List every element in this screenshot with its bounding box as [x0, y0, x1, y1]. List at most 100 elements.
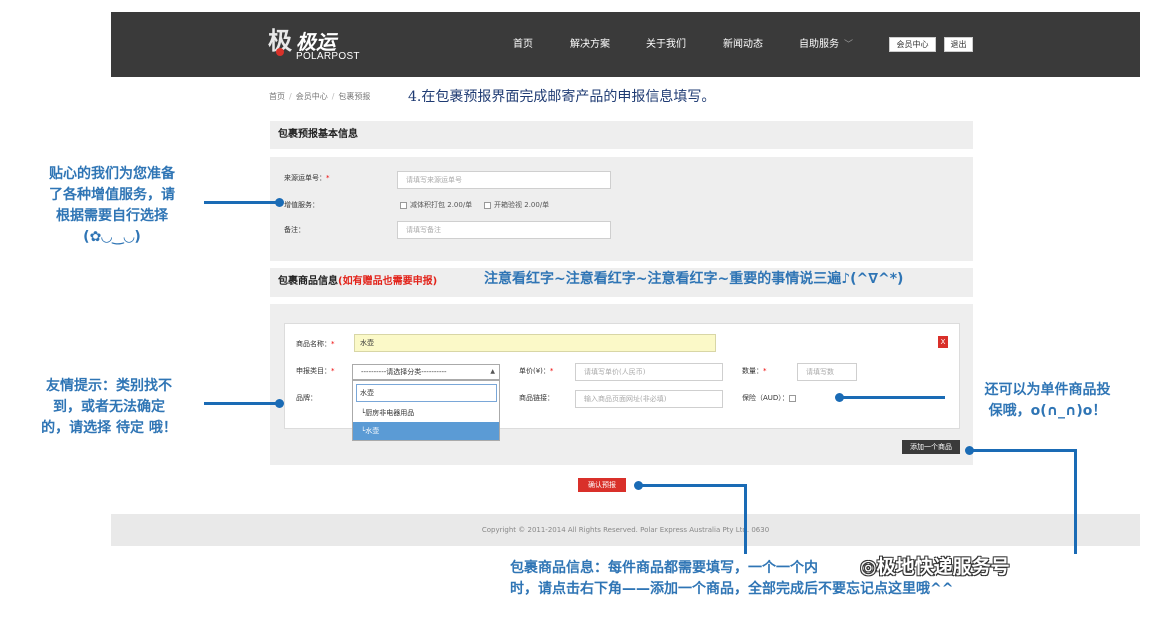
annotation-line: 的，请选择 待定 哦！	[41, 420, 177, 436]
required-mark: *	[549, 367, 554, 375]
logo-mark-icon: 极	[268, 24, 294, 58]
step-title: 4.在包裹预报界面完成邮寄产品的申报信息填写。	[408, 89, 716, 105]
logo-subtitle: POLARPOST	[296, 51, 360, 62]
price-input[interactable]: 请填写单价(人民币)	[575, 363, 723, 381]
price-label: 单价(¥)：*	[519, 366, 553, 376]
wechat-icon: ◎	[860, 556, 877, 578]
required-mark: *	[331, 340, 335, 348]
annotation-service-tip: 贴心的我们为您准备 了各种增值服务，请 根据需要自行选择 (✿◡‿◡)	[16, 164, 208, 248]
required-mark: *	[763, 367, 767, 375]
goods-info-title-text: 包裹商品信息	[278, 276, 338, 287]
service-inspect-price: 2.00/单	[524, 201, 550, 209]
category-option-group[interactable]: └厨房非电器用品	[353, 404, 499, 422]
required-mark: *	[331, 367, 335, 375]
brand-label: 品牌：	[296, 394, 317, 402]
annotation-dot	[275, 399, 284, 408]
category-dropdown: 水壶 └厨房非电器用品 └水壶	[352, 380, 500, 441]
breadcrumb-current: 包裹预报	[338, 92, 371, 101]
quantity-input[interactable]: 请填写数	[797, 363, 857, 381]
breadcrumb: 首页 / 会员中心 / 包裹预报	[269, 91, 370, 102]
footer-copyright: Copyright © 2011-2014 All Rights Reserve…	[111, 514, 1140, 546]
tracking-label: 来源运单号：*	[284, 173, 330, 183]
service-compress-label: 减体积打包	[410, 201, 445, 209]
annotation-line: 时，请点击右下角——添加一个商品，全部完成后不要忘记点这里哦^^	[510, 581, 954, 597]
nav-home[interactable]: 首页	[513, 12, 533, 77]
price-label-text: 单价(¥)：	[519, 367, 550, 375]
annotation-line: 贴心的我们为您准备	[49, 166, 175, 182]
annotation-connector	[744, 484, 747, 554]
nav-solutions[interactable]: 解决方案	[570, 12, 610, 77]
breadcrumb-separator: /	[289, 92, 292, 101]
polarpost-logo[interactable]: 极 极运 POLARPOST	[268, 22, 363, 68]
category-label: 申报类目：*	[296, 366, 335, 376]
watermark: ◎极地快递服务号	[860, 552, 1010, 579]
goods-name-input[interactable]: 水壶	[354, 334, 716, 352]
category-option-selected[interactable]: └水壶	[353, 422, 499, 440]
goods-name-label: 商品名称：*	[296, 339, 335, 349]
service-inspect-option[interactable]: 开箱验视 2.00/单	[484, 200, 549, 210]
checkbox-icon[interactable]	[484, 201, 491, 209]
nav-self-service-label: 自助服务	[799, 39, 839, 50]
annotation-covered-text: 一个内	[776, 560, 818, 576]
annotation-category-tip: 友情提示：类别找不 到，或者无法确定 的，请选择 待定 哦！	[14, 376, 204, 439]
service-compress-option[interactable]: 减体积打包 2.00/单	[400, 200, 472, 210]
dropdown-arrow-icon: ▲	[490, 368, 495, 375]
quantity-label-text: 数量：	[742, 367, 763, 375]
quantity-label: 数量：*	[742, 366, 767, 376]
annotation-dot	[835, 393, 844, 402]
nav-news[interactable]: 新闻动态	[723, 12, 763, 77]
insurance-checkbox[interactable]	[788, 394, 796, 402]
annotation-connector	[204, 402, 279, 405]
required-mark: *	[326, 174, 330, 182]
basic-info-panel	[270, 157, 973, 261]
annotation-connector	[204, 201, 279, 204]
annotation-line-text: 包裹商品信息：每件商品都需要填写，一个	[510, 560, 776, 576]
insurance-label: 保险（AUD）：	[742, 393, 799, 403]
service-compress-price: 2.00/单	[447, 201, 473, 209]
nav-self-service[interactable]: 自助服务 ﹀	[799, 12, 853, 77]
category-label-text: 申报类目：	[296, 367, 331, 375]
nav-about[interactable]: 关于我们	[646, 12, 686, 77]
basic-info-title: 包裹预报基本信息	[270, 121, 973, 149]
member-center-button[interactable]: 会员中心	[889, 37, 936, 52]
category-search-input[interactable]: 水壶	[356, 384, 497, 402]
breadcrumb-home[interactable]: 首页	[269, 92, 285, 101]
delete-item-button[interactable]: X	[938, 336, 948, 348]
chevron-down-icon: ﹀	[844, 40, 854, 50]
annotation-connector	[840, 396, 945, 399]
remark-label: 备注：	[284, 226, 305, 234]
breadcrumb-separator: /	[331, 92, 335, 101]
category-select[interactable]: ----------请选择分类---------- ▲	[352, 364, 500, 380]
tracking-number-input[interactable]: 请填写来源运单号	[397, 171, 611, 189]
annotation-line: 还可以为单件商品投	[984, 382, 1111, 398]
annotation-connector	[1074, 449, 1077, 554]
annotation-line: 友情提示：类别找不	[46, 378, 172, 394]
annotation-line: (✿◡‿◡)	[83, 229, 141, 245]
goods-name-label-text: 商品名称：	[296, 340, 331, 348]
tracking-label-text: 来源运单号：	[284, 174, 326, 182]
insurance-label-text: 保险（AUD）：	[742, 394, 789, 402]
annotation-connector	[639, 484, 746, 487]
checkbox-icon[interactable]	[400, 201, 407, 209]
site-header: 极 极运 POLARPOST 首页 解决方案 关于我们 新闻动态 自助服务 ﹀ 会…	[111, 12, 1140, 77]
service-inspect-label: 开箱验视	[494, 201, 522, 209]
annotation-red-tip: 注意看红字~注意看红字~注意看红字~重要的事情说三遍♪(^∇^*)	[484, 271, 904, 287]
watermark-text: 极地快递服务号	[876, 556, 1010, 578]
annotation-line: 根据需要自行选择	[56, 208, 168, 224]
service-label: 增值服务：	[284, 201, 319, 209]
annotation-connector	[970, 449, 1076, 452]
confirm-forecast-button[interactable]: 确认预报	[578, 478, 626, 492]
goods-info-note: (如有赠品也需要申报)	[338, 276, 438, 287]
add-item-button[interactable]: 添加一个商品	[902, 440, 960, 454]
annotation-line: 保哦，o(∩_∩)o！	[988, 403, 1107, 419]
link-label: 商品链接：	[519, 394, 554, 402]
category-select-value: ----------请选择分类----------	[361, 368, 447, 376]
logout-button[interactable]: 退出	[944, 37, 973, 52]
goods-link-input[interactable]: 输入商品页面网址(非必填)	[575, 390, 723, 408]
breadcrumb-member[interactable]: 会员中心	[296, 92, 328, 101]
annotation-line: 了各种增值服务，请	[49, 187, 175, 203]
annotation-insurance-tip: 还可以为单件商品投 保哦，o(∩_∩)o！	[955, 380, 1140, 422]
annotation-dot	[275, 198, 284, 207]
annotation-line: 到，或者无法确定	[53, 399, 165, 415]
remark-input[interactable]: 请填写备注	[397, 221, 611, 239]
